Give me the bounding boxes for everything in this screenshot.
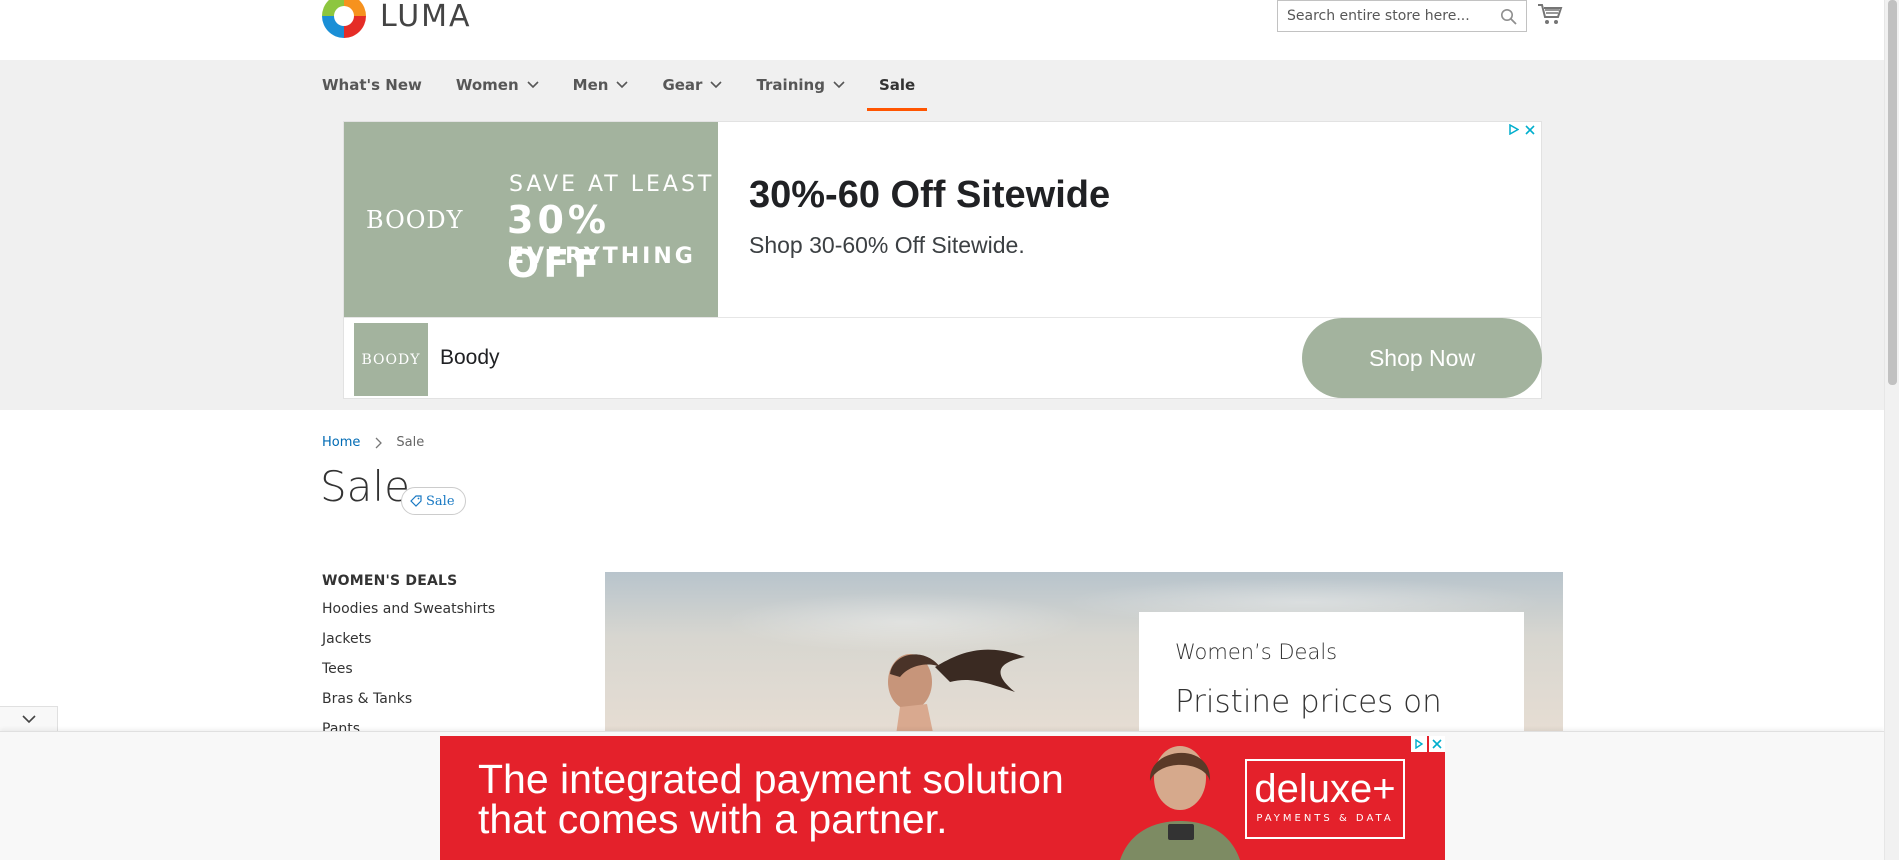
ad-thumb-text: BOODY: [361, 351, 421, 368]
collapse-ad-toggle[interactable]: [0, 706, 58, 732]
breadcrumb-current: Sale: [396, 435, 425, 450]
shop-now-button[interactable]: Shop Now: [1302, 318, 1542, 398]
nav-item-label: Training: [756, 76, 825, 94]
deluxe-logo: deluxe+ PAYMENTS & DATA: [1245, 759, 1405, 839]
sale-tag-label: Sale: [426, 493, 455, 509]
nav-item-sale[interactable]: Sale: [866, 60, 928, 111]
ad-text-line: that comes with a partner.: [478, 796, 948, 842]
tag-icon: [410, 495, 422, 507]
ad-image[interactable]: BOODY SAVE AT LEAST 30% OFF EVERYTHING: [344, 122, 718, 317]
scrollbar-thumb[interactable]: [1888, 0, 1897, 385]
sidebar-item-hoodies[interactable]: Hoodies and Sweatshirts: [322, 601, 495, 631]
chevron-down-icon: [833, 81, 845, 89]
deluxe-brand: deluxe+: [1254, 767, 1396, 811]
sidebar-item-bras-tanks[interactable]: Bras & Tanks: [322, 691, 495, 721]
nav-item-label: Women: [455, 76, 519, 94]
ad-promo-line: 30% OFF: [507, 198, 610, 286]
nav-item-training[interactable]: Training: [756, 60, 845, 110]
page-title: Sale: [320, 462, 410, 511]
sidebar-item-tees[interactable]: Tees: [322, 661, 495, 691]
top-advertisement[interactable]: BOODY SAVE AT LEAST 30% OFF EVERYTHING 3…: [343, 121, 1542, 399]
nav-item-label: Sale: [878, 76, 916, 94]
nav-item-label: Men: [572, 76, 609, 94]
ad-subhead: Shop 30-60% Off Sitewide.: [749, 232, 1025, 258]
womens-deals-hero[interactable]: Women’s Deals Pristine prices on: [605, 572, 1563, 732]
store-logo[interactable]: LUMA: [322, 0, 472, 38]
hero-runner-image: [888, 649, 1025, 732]
bottom-advertisement[interactable]: The integrated payment solution that com…: [440, 736, 1445, 860]
chevron-down-icon: [527, 81, 539, 89]
deluxe-tagline: PAYMENTS & DATA: [1256, 813, 1394, 824]
nav-item-label: Gear: [662, 76, 703, 94]
sidebar-item-jackets[interactable]: Jackets: [322, 631, 495, 661]
chevron-down-icon: [21, 715, 36, 724]
adchoices-icon[interactable]: [1509, 124, 1519, 135]
adchoices-icon[interactable]: [1411, 736, 1427, 752]
search-icon[interactable]: [1500, 8, 1518, 26]
nav-item-women[interactable]: Women: [456, 60, 539, 110]
chevron-down-icon: [710, 81, 723, 89]
hero-subtitle: Women’s Deals: [1175, 640, 1338, 664]
search-box: [1277, 0, 1527, 32]
ad-choices: [1509, 124, 1535, 135]
ad-brand-logo: BOODY: [366, 206, 464, 234]
chevron-down-icon: [616, 81, 629, 89]
luma-logo-icon: [322, 0, 366, 38]
logo-text: LUMA: [380, 0, 472, 34]
hero-text-card: Women’s Deals Pristine prices on: [1139, 612, 1524, 732]
ad-promo-line: EVERYTHING: [509, 244, 696, 269]
cart-icon[interactable]: [1537, 2, 1563, 26]
sidebar-deals: WOMEN'S DEALS Hoodies and Sweatshirts Ja…: [322, 573, 495, 751]
page-header: LUMA: [0, 0, 1884, 60]
close-icon[interactable]: [1429, 736, 1445, 752]
ad-advertiser-name[interactable]: Boody: [440, 346, 500, 370]
ad-headline[interactable]: 30%-60 Off Sitewide: [749, 174, 1110, 217]
chevron-right-icon: [375, 437, 383, 448]
sale-tag-badge[interactable]: Sale: [401, 487, 466, 515]
sidebar-heading: WOMEN'S DEALS: [322, 573, 458, 589]
page-scrollbar[interactable]: [1884, 0, 1899, 860]
breadcrumb: Home Sale: [322, 435, 424, 450]
close-icon[interactable]: [1525, 124, 1535, 135]
ad-promo-line: SAVE AT LEAST: [509, 172, 715, 197]
ad-choices: [1411, 736, 1445, 752]
nav-item-gear[interactable]: Gear: [662, 60, 723, 110]
ad-advertiser-logo[interactable]: BOODY: [354, 323, 428, 396]
nav-item-whats-new[interactable]: What's New: [322, 60, 422, 110]
nav-item-men[interactable]: Men: [573, 60, 629, 110]
search-input[interactable]: [1278, 1, 1488, 31]
nav-item-label: What's New: [322, 76, 422, 94]
breadcrumb-home-link[interactable]: Home: [322, 435, 360, 450]
hero-headline: Pristine prices on: [1175, 684, 1442, 720]
